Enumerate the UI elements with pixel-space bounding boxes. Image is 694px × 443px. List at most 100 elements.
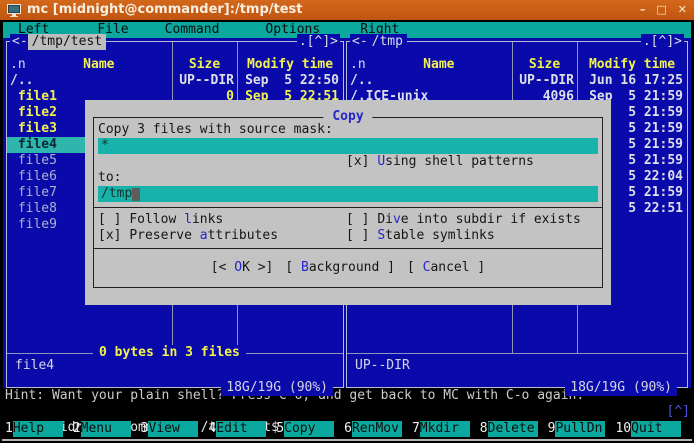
- file-name-cell: /..: [347, 73, 512, 89]
- left-column-headers: .n Name Size Modify time: [7, 57, 343, 73]
- background-button[interactable]: [ Background ]: [285, 260, 395, 276]
- dialog-options-section: [ ] Follow links[ ] Dive into subdir if …: [94, 207, 602, 249]
- checkbox-using-shell-patterns[interactable]: [x] Using shell patterns: [346, 154, 534, 169]
- fkey-delete[interactable]: 8Delete: [480, 421, 538, 437]
- fkey-renmov[interactable]: 6RenMov: [344, 421, 402, 437]
- fkey-number: 9: [548, 421, 556, 437]
- file-size-cell: UP--DIR: [512, 73, 577, 89]
- hotkey-letter: C: [423, 260, 431, 275]
- panel-back-arrow[interactable]: <-: [350, 34, 368, 50]
- hotkey-letter: v: [393, 212, 401, 227]
- checkbox-state: [x]: [346, 154, 377, 169]
- copy-dialog: Copy Copy 3 files with source mask: * [x…: [85, 100, 611, 305]
- checkbox-state: [x]: [98, 228, 129, 243]
- file-mtime-cell: Jun 16 17:25: [577, 73, 687, 89]
- fkey-number: 3: [141, 421, 149, 437]
- fkey-copy[interactable]: 5Copy: [276, 421, 334, 437]
- fkey-number: 6: [344, 421, 352, 437]
- panel-corner-marker[interactable]: .[^]>: [297, 34, 340, 50]
- hotkey-letter: U: [377, 154, 385, 169]
- marked-files-summary: 0 bytes in 3 files: [93, 345, 246, 361]
- left-panel-header: <- /tmp/test .[^]>: [10, 34, 340, 50]
- terminal-monitor-icon: [7, 4, 21, 17]
- file-row[interactable]: /..UP--DIRJun 16 17:25: [347, 73, 687, 89]
- ok-button[interactable]: [< OK >]: [211, 260, 274, 276]
- hotkey-letter: a: [200, 228, 208, 243]
- fkey-label: PullDn: [555, 421, 605, 437]
- file-name-cell: /..: [7, 73, 172, 89]
- sort-indicator: .n: [347, 57, 366, 73]
- right-mini-status: UP--DIR: [355, 358, 410, 374]
- column-header-size: Size: [172, 57, 237, 73]
- fkey-help[interactable]: 1Help: [5, 421, 63, 437]
- history-corner-icon[interactable]: [^]: [667, 404, 690, 420]
- fkey-label: Menu: [81, 421, 131, 437]
- checkbox-label: Using shell patterns: [377, 154, 534, 169]
- hotkey-letter: l: [184, 212, 192, 227]
- fkey-label: Edit: [216, 421, 266, 437]
- fkey-mkdir[interactable]: 7Mkdir: [412, 421, 470, 437]
- maximize-button[interactable]: □: [656, 2, 666, 18]
- column-header-size: Size: [512, 57, 577, 73]
- file-row[interactable]: /..UP--DIRSep 5 22:50: [7, 73, 343, 89]
- dialog-buttons-section: [< OK >] [ Background ] [ Cancel ]: [94, 249, 602, 287]
- column-header-mtime: Modify time: [237, 57, 343, 73]
- fkey-view[interactable]: 3View: [141, 421, 199, 437]
- dialog-frame: Copy 3 files with source mask: * [x] Usi…: [93, 117, 603, 288]
- fkey-number: 4: [208, 421, 216, 437]
- file-mtime-cell: Sep 5 22:50: [237, 73, 343, 89]
- fkey-edit[interactable]: 4Edit: [208, 421, 266, 437]
- fkey-pulldn[interactable]: 9PullDn: [548, 421, 606, 437]
- summary-separator: [347, 353, 687, 354]
- fkey-number: 5: [276, 421, 284, 437]
- checkbox-follow-links[interactable]: [ ] Follow links: [98, 212, 346, 228]
- dialog-source-section: Copy 3 files with source mask: * [x] Usi…: [94, 118, 602, 202]
- sort-indicator: .n: [7, 57, 26, 73]
- column-header-name: Name: [83, 57, 114, 73]
- panel-back-arrow[interactable]: <-: [10, 34, 28, 50]
- hotkey-letter: S: [377, 228, 385, 243]
- terminal-screen: Left File Command Options Right <- /tmp/…: [0, 20, 694, 443]
- checkbox-state: [ ]: [346, 228, 377, 243]
- function-key-bar: 1Help 2Menu 3View 4Edit 5Copy 6RenMov 7Mkdir 8D…: [5, 421, 681, 437]
- right-panel-path[interactable]: /tmp: [368, 34, 407, 50]
- minimize-button[interactable]: –: [640, 2, 646, 18]
- window-bottom-edge: [2, 439, 692, 441]
- hotkey-letter: O: [234, 260, 242, 275]
- fkey-number: 1: [5, 421, 13, 437]
- source-mask-input[interactable]: *: [98, 138, 598, 154]
- close-button[interactable]: ✕: [678, 2, 687, 18]
- cancel-button[interactable]: [ Cancel ]: [407, 260, 485, 276]
- destination-input[interactable]: /tmp: [98, 186, 598, 202]
- right-panel-header: <- /tmp .[^]>: [350, 34, 684, 50]
- fkey-label: RenMov: [352, 421, 402, 437]
- panel-corner-marker[interactable]: .[^]>: [641, 34, 684, 50]
- file-size-cell: UP--DIR: [172, 73, 237, 89]
- fkey-number: 7: [412, 421, 420, 437]
- fkey-quit[interactable]: 10Quit: [615, 421, 681, 437]
- text-cursor: [132, 188, 140, 201]
- checkbox-label: Dive into subdir if exists: [377, 212, 581, 227]
- fkey-label: Copy: [284, 421, 334, 437]
- checkbox-label: Stable symlinks: [377, 228, 494, 243]
- fkey-menu[interactable]: 2Menu: [73, 421, 131, 437]
- fkey-label: View: [148, 421, 198, 437]
- checkbox-state: [ ]: [98, 212, 129, 227]
- fkey-label: Delete: [488, 421, 538, 437]
- column-header-name: Name: [423, 57, 454, 73]
- dialog-title: Copy: [323, 109, 372, 125]
- left-panel-path[interactable]: /tmp/test: [28, 34, 106, 50]
- checkbox-preserve-attributes[interactable]: [x] Preserve attributes: [98, 228, 346, 244]
- left-mini-status: file4: [15, 358, 54, 374]
- right-column-headers: .nName Size Modify time: [347, 57, 687, 73]
- terminal-window: mc [midnight@commander]:/tmp/test – □ ✕ …: [0, 0, 694, 443]
- fkey-number: 2: [73, 421, 81, 437]
- fkey-label: Quit: [631, 421, 681, 437]
- fkey-label: Mkdir: [420, 421, 470, 437]
- checkbox-label: Preserve attributes: [129, 228, 278, 243]
- checkbox-stable-symlinks[interactable]: [ ] Stable symlinks: [346, 228, 598, 244]
- checkbox-state: [ ]: [346, 212, 377, 227]
- checkbox-dive-into-subdir[interactable]: [ ] Dive into subdir if exists: [346, 212, 598, 228]
- window-titlebar[interactable]: mc [midnight@commander]:/tmp/test – □ ✕: [0, 0, 694, 20]
- fkey-number: 8: [480, 421, 488, 437]
